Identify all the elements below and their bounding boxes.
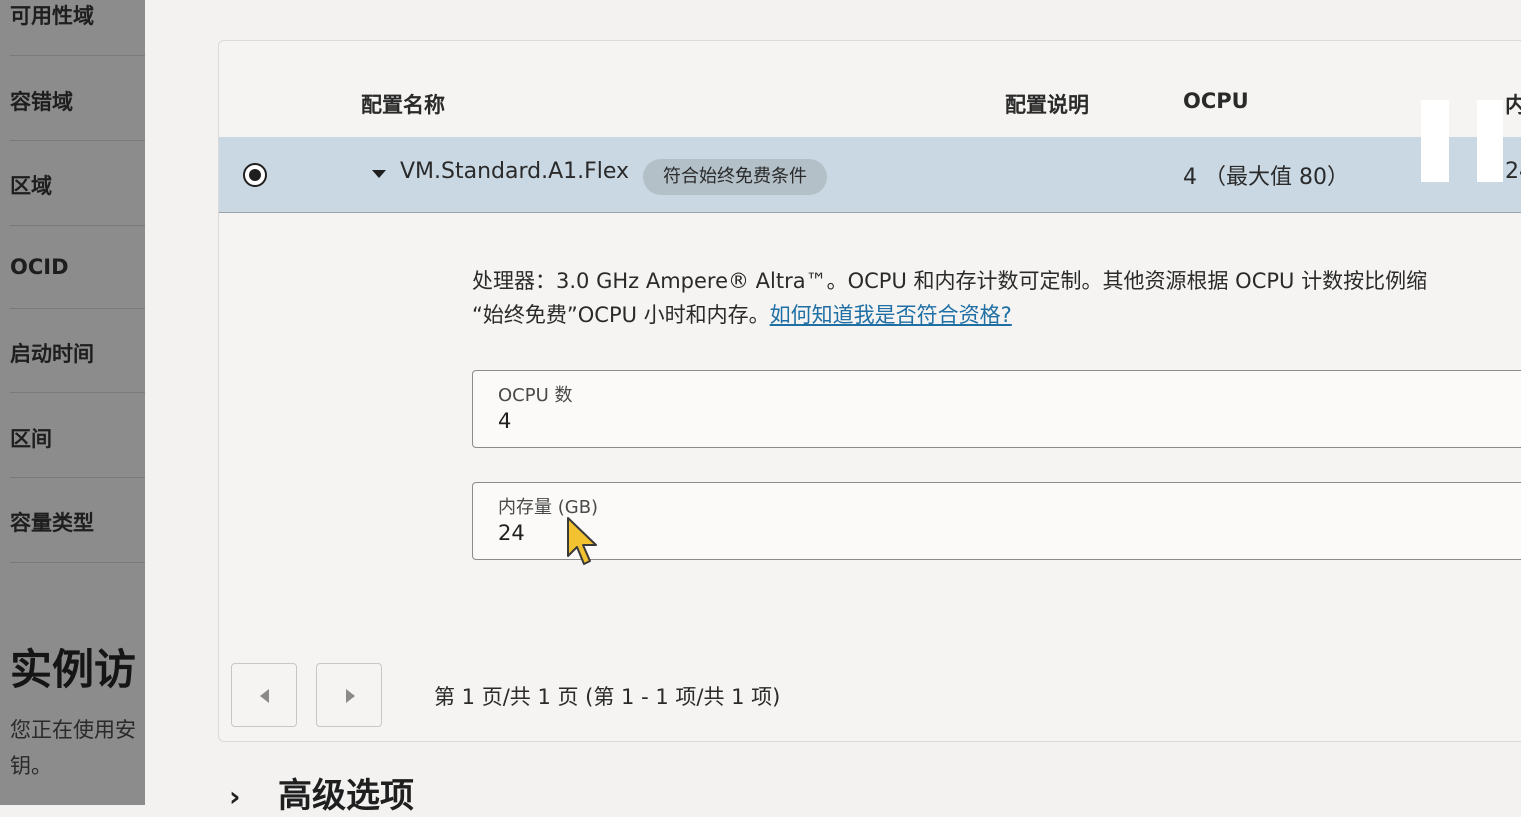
always-free-text: “始终免费”OCPU 小时和内存。 [472, 303, 770, 327]
ocpu-count-field[interactable]: OCPU 数 4 [472, 370, 1521, 448]
advanced-options-heading[interactable]: 高级选项 [278, 768, 414, 817]
ocpu-value: 4 （最大值 80） [1183, 165, 1349, 190]
radio-selected-dot [249, 169, 261, 181]
pagination-status: 第 1 页/共 1 页 (第 1 - 1 项/共 1 项) [434, 685, 781, 709]
divider [10, 392, 145, 393]
background-sidebar: 可用性域 容错域 区域 OCID 启动时间 区间 容量类型 实例访 您正在使用安… [0, 0, 145, 805]
divider [10, 225, 145, 226]
previous-arrow-icon [260, 689, 269, 703]
label-fault-domain: 容错域 [10, 90, 73, 114]
label-compartment: 区间 [10, 427, 52, 451]
label-availability-domain: 可用性域 [10, 4, 94, 28]
shape-table-card: 配置名称 配置说明 OCPU 内 VM.Standard.A1.Flex 符合始… [218, 40, 1521, 742]
previous-page-button[interactable] [231, 663, 297, 727]
chevron-right-icon[interactable]: › [229, 780, 241, 813]
pause-icon-bar [1477, 100, 1503, 182]
table-row-selected[interactable]: VM.Standard.A1.Flex 符合始终免费条件 4 （最大值 80） … [219, 137, 1521, 213]
shape-selection-panel: 配置名称 配置说明 OCPU 内 VM.Standard.A1.Flex 符合始… [145, 0, 1521, 816]
expand-caret-icon[interactable] [372, 170, 386, 178]
column-header-ocpu[interactable]: OCPU [1183, 89, 1249, 113]
memory-amount-input[interactable]: 24 [498, 521, 525, 545]
column-header-memory[interactable]: 内 [1505, 89, 1521, 119]
always-free-description: “始终免费”OCPU 小时和内存。如何知道我是否符合资格? [472, 299, 1012, 329]
ocpu-count-input[interactable]: 4 [498, 409, 511, 433]
section-desc-line2: 钥。 [10, 754, 52, 778]
label-ocid: OCID [10, 255, 69, 279]
next-arrow-icon [346, 689, 355, 703]
column-header-shape-name[interactable]: 配置名称 [361, 89, 445, 119]
divider [10, 55, 145, 56]
section-desc-line1: 您正在使用安 [10, 718, 136, 742]
mouse-cursor-icon [567, 517, 597, 565]
always-free-badge: 符合始终免费条件 [643, 159, 827, 195]
next-page-button[interactable] [316, 663, 382, 727]
label-capacity-type: 容量类型 [10, 511, 94, 535]
column-header-shape-desc[interactable]: 配置说明 [1005, 89, 1089, 119]
row-radio-button[interactable] [243, 163, 267, 187]
divider [10, 477, 145, 478]
divider [10, 140, 145, 141]
section-heading: 实例访 [10, 645, 137, 694]
eligibility-link[interactable]: 如何知道我是否符合资格? [770, 303, 1012, 327]
divider [10, 308, 145, 309]
label-region: 区域 [10, 174, 52, 198]
label-launch-time: 启动时间 [10, 342, 94, 366]
shape-name: VM.Standard.A1.Flex [400, 159, 630, 184]
processor-description: 处理器：3.0 GHz Ampere® Altra™。OCPU 和内存计数可定制… [472, 269, 1428, 293]
memory-amount-field[interactable]: 内存量 (GB) 24 [472, 482, 1521, 560]
ocpu-count-label: OCPU 数 [498, 385, 573, 406]
memory-value: 24 [1505, 159, 1521, 184]
divider [10, 562, 145, 563]
pause-icon [1421, 100, 1449, 182]
